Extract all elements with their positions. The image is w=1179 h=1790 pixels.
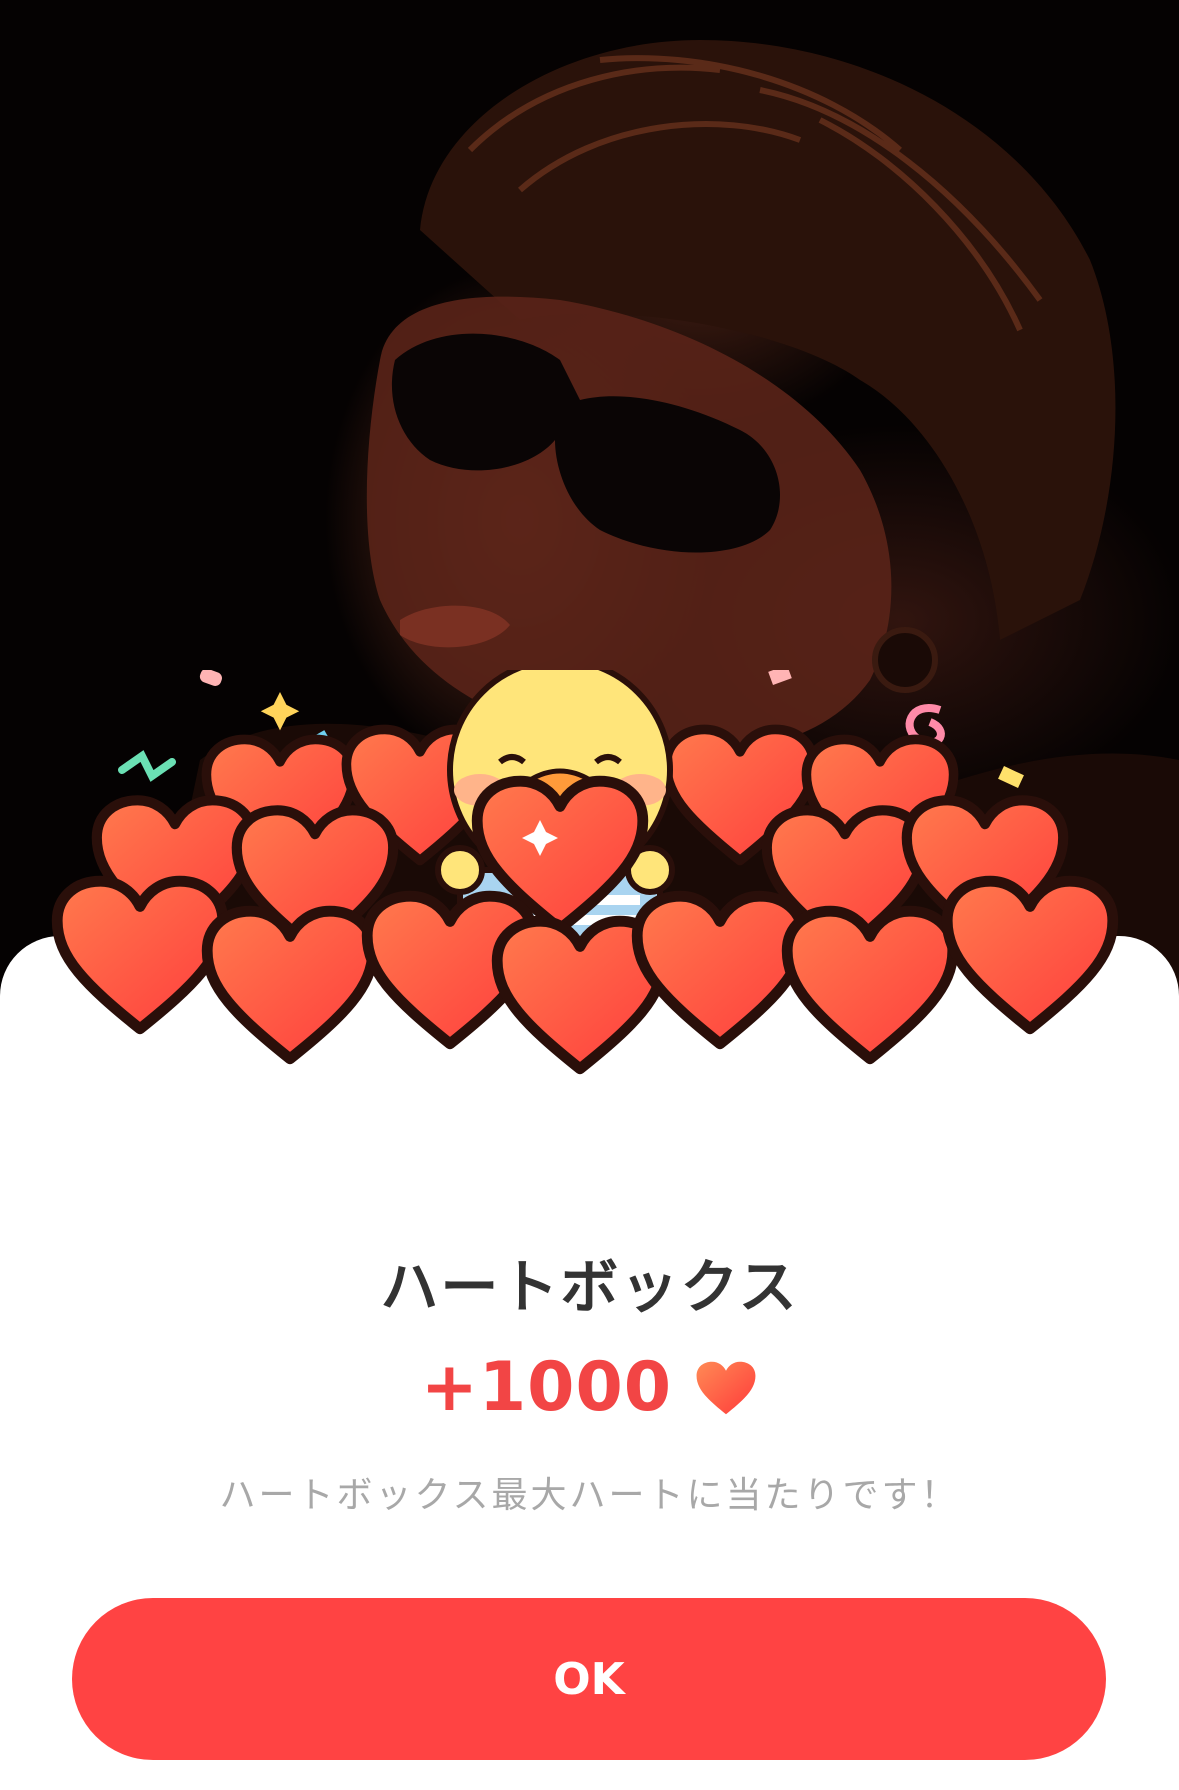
ok-button[interactable]: OK (72, 1598, 1106, 1760)
reward-amount: +1000 (420, 1348, 673, 1427)
reward-amount-row: +1000 (0, 1348, 1179, 1427)
heart-box-illustration (40, 643, 1140, 1190)
heart-box-screen: ハートボックス +1000 ハートボックス最大ハートに当たりです！ OK (0, 0, 1179, 1790)
heart-icon (696, 1361, 756, 1414)
dialog-message: ハートボックス最大ハートに当たりです！ (219, 1475, 960, 1516)
dialog-title: ハートボックス (380, 1253, 799, 1321)
